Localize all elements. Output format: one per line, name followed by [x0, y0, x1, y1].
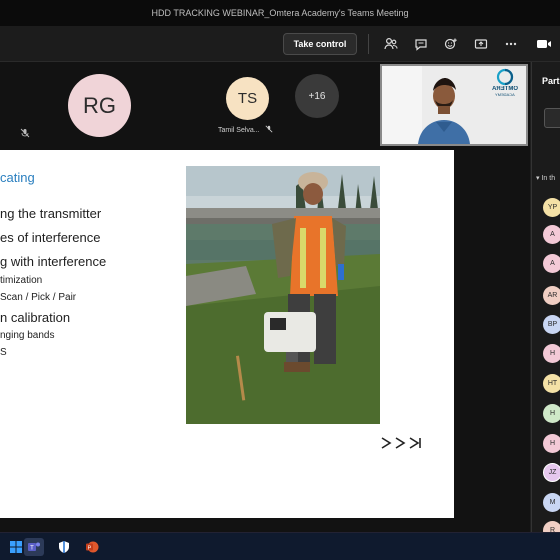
participant-list-avatar[interactable]: AR: [543, 286, 560, 305]
speaker-video[interactable]: OMTERA ACADEMY: [380, 64, 528, 146]
section-label: In th: [541, 175, 556, 182]
slide-title: cating: [0, 170, 35, 185]
slide-bullet: g with interference: [0, 254, 107, 269]
participant-list-avatar[interactable]: A: [543, 225, 560, 244]
share-tray-icon[interactable]: [472, 35, 490, 53]
toolbar-divider: [368, 34, 369, 54]
avatar-initials: H: [549, 440, 556, 447]
avatar-initials: JZ: [548, 469, 557, 476]
slide-bullet: es of interference: [0, 230, 101, 245]
participant-avatar-rg[interactable]: RG: [68, 74, 131, 137]
take-control-button[interactable]: Take control: [283, 33, 357, 55]
slide-sub-bullet: Scan / Pick / Pair: [0, 292, 77, 303]
taskbar: T P: [0, 532, 560, 560]
chat-icon[interactable]: [412, 35, 430, 53]
chevron-down-icon: ▾: [536, 175, 540, 182]
title-bar: HDD TRACKING WEBINAR_Omtera Academy's Te…: [0, 0, 560, 26]
avatar-initials: H: [549, 350, 556, 357]
avatar-initials: AR: [547, 292, 558, 299]
participant-list-avatar[interactable]: M: [543, 493, 560, 512]
window-title: HDD TRACKING WEBINAR_Omtera Academy's Te…: [151, 8, 409, 18]
participant-list-avatar[interactable]: YP: [543, 198, 560, 217]
more-participants-button[interactable]: +16: [295, 74, 339, 118]
panel-title: Part: [542, 76, 560, 86]
svg-text:P: P: [88, 545, 92, 551]
slide-sub-bullet: timization: [0, 275, 43, 286]
logo-subtext: ACADEMY: [495, 92, 515, 97]
omtera-logo: OMTERA ACADEMY: [488, 68, 522, 102]
meeting-toolbar: Take control: [0, 26, 560, 62]
participant-list-avatar[interactable]: R: [543, 521, 560, 532]
participant-avatar-ts[interactable]: TS: [226, 77, 269, 120]
slide-bullet: n calibration: [0, 310, 71, 325]
participant-list-avatar[interactable]: H: [543, 404, 560, 423]
panel-section-header[interactable]: ▾ In th: [536, 174, 555, 182]
avatar-initials: M: [549, 499, 556, 506]
dci-logo: [380, 436, 422, 450]
participants-panel: Part ▾ In th YP A A AR BP H HT H H JZ M …: [531, 62, 560, 532]
avatar-initials: H: [549, 410, 556, 417]
muted-mic-icon: [20, 128, 30, 140]
avatar-initials: RG: [83, 92, 116, 118]
participant-name-label: Tamil Selva...: [218, 125, 273, 135]
participant-list-avatar[interactable]: JZ: [543, 463, 560, 482]
participant-list-avatar[interactable]: BP: [543, 315, 560, 334]
meeting-stage: RG TS Tamil Selva... +16 OMTERA ACADEMY: [0, 62, 530, 560]
shared-slide: cating ng the transmitter es of interfer…: [0, 150, 454, 518]
participant-list-avatar[interactable]: A: [543, 254, 560, 273]
slide-sub-bullet: nging bands: [0, 330, 55, 341]
people-icon[interactable]: [382, 35, 400, 53]
avatar-initials: A: [550, 260, 555, 267]
participant-name: Tamil Selva...: [218, 126, 260, 134]
panel-search-box[interactable]: [544, 108, 560, 128]
participant-list-avatar[interactable]: H: [543, 344, 560, 363]
avatar-initials: TS: [237, 90, 258, 107]
slide-photo: [186, 166, 380, 424]
avatar-initials: A: [550, 231, 555, 238]
muted-mic-icon: [265, 125, 273, 135]
start-icon[interactable]: [6, 538, 26, 556]
slide-sub-bullet: S: [0, 347, 7, 358]
reactions-icon[interactable]: [442, 35, 460, 53]
participant-list-avatar[interactable]: HT: [543, 374, 560, 393]
participant-list-avatar[interactable]: H: [543, 434, 560, 453]
svg-text:T: T: [30, 546, 34, 552]
camera-icon[interactable]: [536, 35, 560, 53]
overflow-count: +16: [308, 90, 326, 102]
defender-icon[interactable]: [54, 538, 74, 556]
avatar-initials: YP: [547, 204, 558, 211]
slide-bullet: ng the transmitter: [0, 206, 102, 221]
avatar-initials: BP: [547, 321, 558, 328]
powerpoint-icon[interactable]: P: [82, 538, 102, 556]
teams-icon[interactable]: T: [24, 538, 44, 556]
more-icon[interactable]: [502, 35, 520, 53]
avatar-initials: HT: [547, 380, 558, 387]
